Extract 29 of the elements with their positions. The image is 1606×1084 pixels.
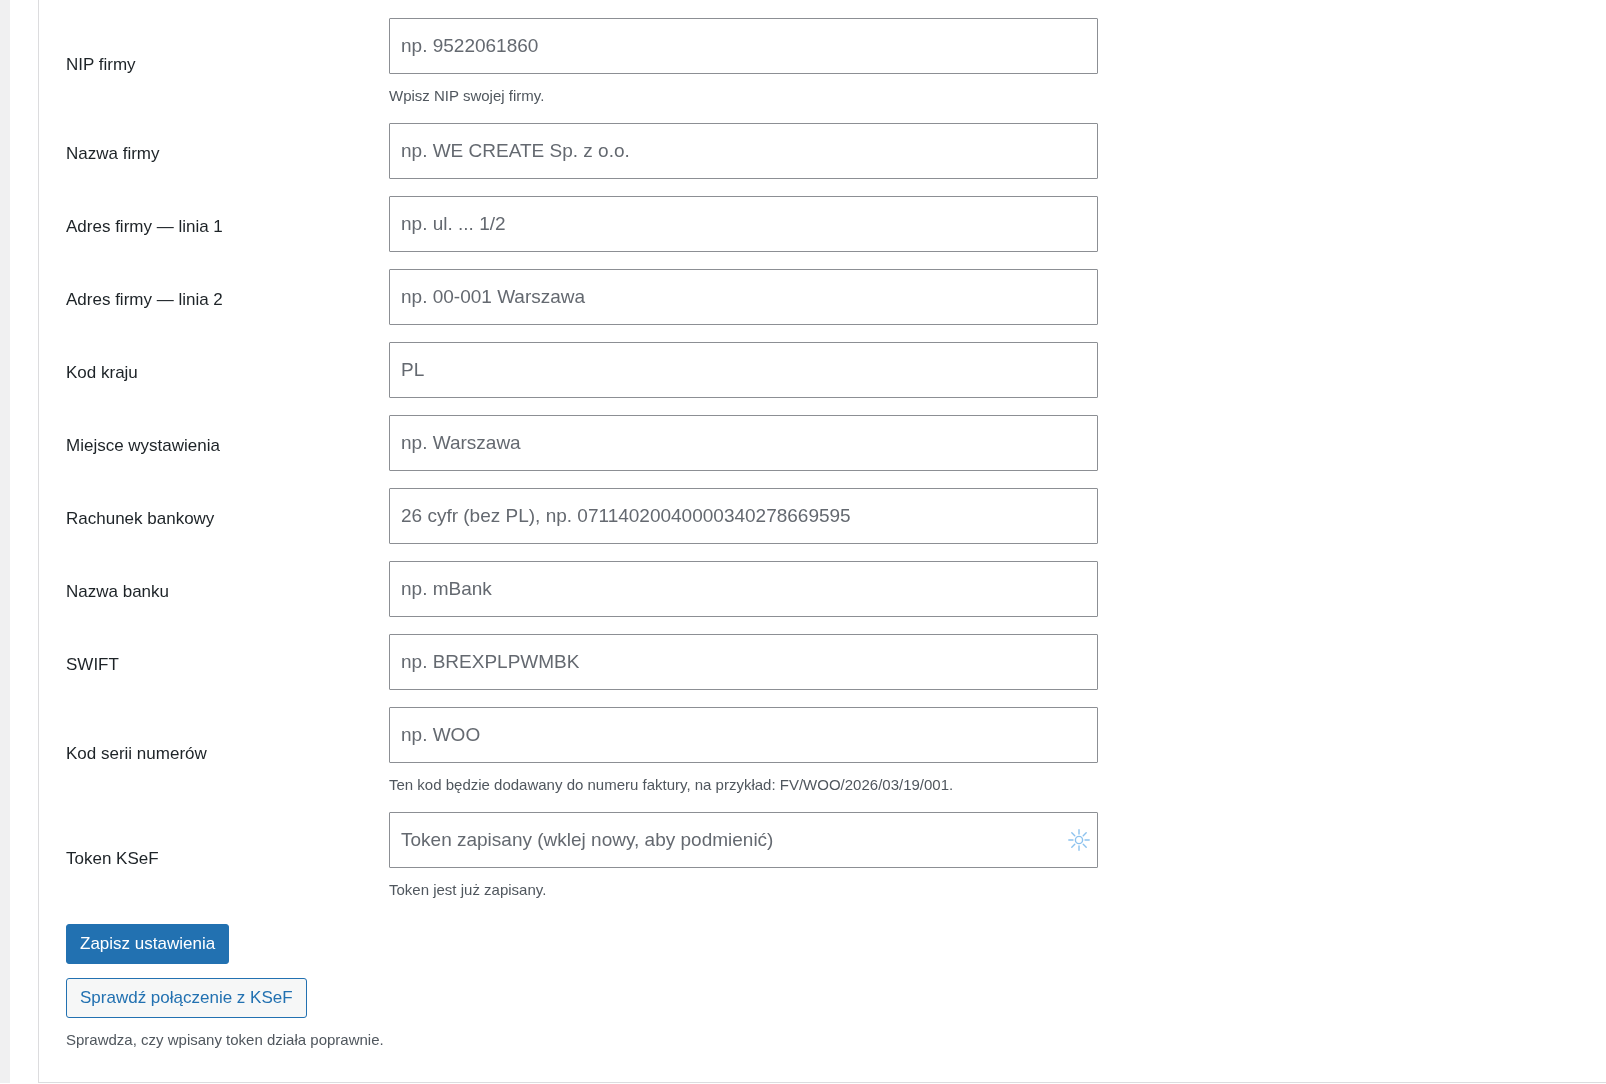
field-description: Ten kod będzie dodawany do numeru faktury, na przykład: FV/WOO/2026/03/19/001. <box>389 775 954 795</box>
input-field[interactable]: np. Warszawa <box>389 415 1098 471</box>
input-field[interactable]: PL <box>389 342 1098 398</box>
field-label: SWIFT <box>66 654 119 676</box>
help-text: Sprawdza, czy wpisany token działa poprawnie. <box>66 1030 384 1050</box>
input-field[interactable]: np. mBank <box>389 561 1098 617</box>
save-button[interactable]: Zapisz ustawienia <box>66 924 230 964</box>
test-connection-button[interactable]: Sprawdź połączenie z KSeF <box>66 978 307 1018</box>
input-field[interactable]: np. 00-001 Warszawa <box>389 269 1098 325</box>
sun-icon[interactable] <box>1068 829 1090 851</box>
field-label: Token KSeF <box>66 848 159 870</box>
input-field[interactable]: np. WE CREATE Sp. z o.o. <box>389 123 1098 179</box>
input-field[interactable]: Token zapisany (wklej nowy, aby podmienić) <box>389 812 1098 868</box>
input-field[interactable]: np. ul. ... 1/2 <box>389 196 1098 252</box>
field-label: Kod kraju <box>66 362 138 384</box>
input-field[interactable]: 26 cyfr (bez PL), np. 07114020040000340278669595 <box>389 488 1098 544</box>
input-field[interactable]: np. 9522061860 <box>389 18 1098 74</box>
field-label: Nazwa banku <box>66 581 169 603</box>
field-label: Kod serii numerów <box>66 743 207 765</box>
field-label: Nazwa firmy <box>66 143 160 165</box>
field-description: Token jest już zapisany. <box>389 880 547 900</box>
field-description: Wpisz NIP swojej firmy. <box>389 86 545 106</box>
field-label: Miejsce wystawienia <box>66 435 220 457</box>
field-label: Rachunek bankowy <box>66 508 215 530</box>
field-label: Adres firmy — linia 1 <box>66 216 223 238</box>
field-label: NIP firmy <box>66 54 136 76</box>
input-field[interactable]: np. WOO <box>389 707 1098 763</box>
input-field[interactable]: np. BREXPLPWMBK <box>389 634 1098 690</box>
field-label: Adres firmy — linia 2 <box>66 289 223 311</box>
